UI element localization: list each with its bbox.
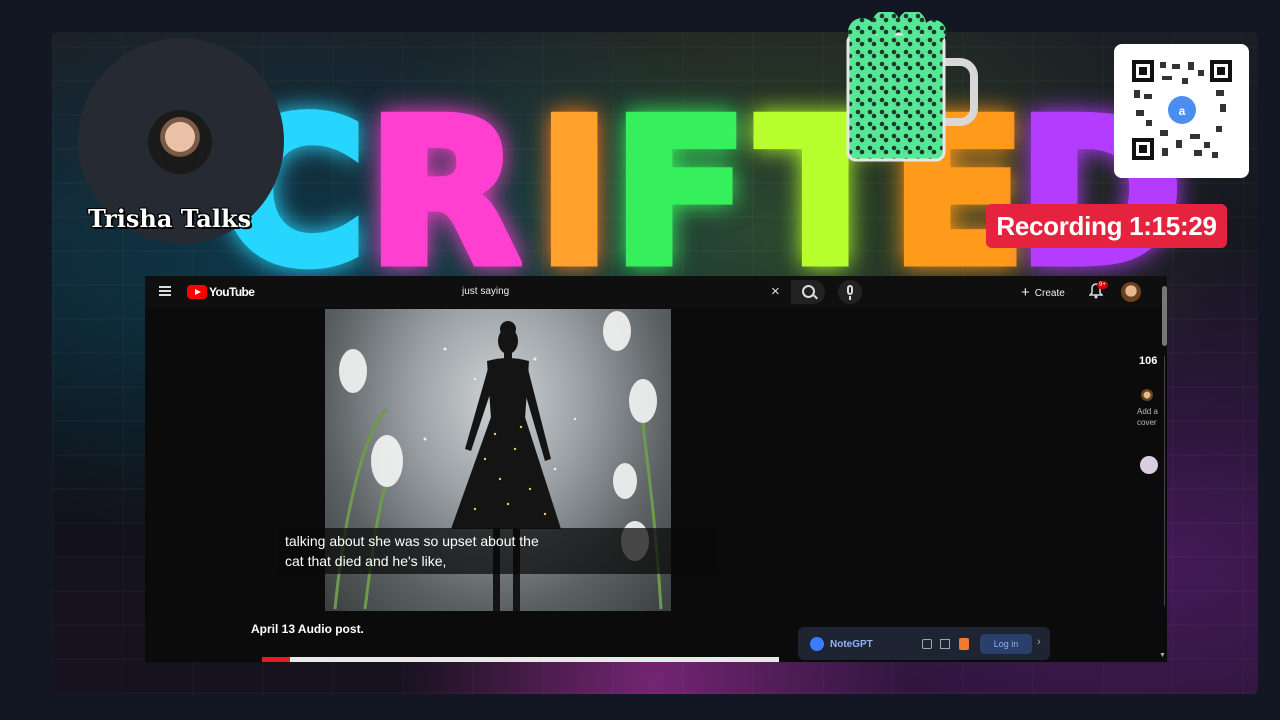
neon-letter: F	[608, 77, 754, 310]
scroll-down-icon[interactable]: ▼	[1159, 652, 1166, 659]
login-button[interactable]: Log in	[980, 634, 1032, 654]
progress-fill	[262, 657, 291, 662]
add-cover-link[interactable]: Add a cover	[1137, 406, 1163, 428]
youtube-header: YouTube just saying × + Create 9+	[145, 276, 1167, 308]
progress-bar[interactable]	[262, 657, 779, 662]
video-caption: talking about she was so upset about the…	[279, 528, 719, 574]
video-title: April 13 Audio post.	[251, 622, 364, 636]
neon-letter: I	[532, 77, 615, 310]
menu-icon[interactable]	[159, 286, 171, 296]
notegpt-toolbar: NoteGPT Log in ›	[798, 627, 1050, 660]
create-button[interactable]: + Create	[1021, 284, 1065, 301]
avatar[interactable]	[1141, 389, 1153, 401]
create-label: Create	[1034, 288, 1065, 299]
scrollbar[interactable]	[1162, 286, 1167, 346]
image-icon[interactable]	[1140, 456, 1158, 474]
caption-line: cat that died and he's like,	[285, 553, 447, 569]
notegpt-name: NoteGPT	[830, 639, 873, 650]
streamer-name: Trisha Talks	[88, 204, 252, 233]
youtube-window: YouTube just saying × + Create 9+ talkin…	[145, 276, 1167, 662]
neon-letter: R	[362, 77, 525, 310]
copy-icon[interactable]	[940, 639, 950, 649]
search-button[interactable]	[791, 280, 825, 304]
youtube-brand[interactable]: YouTube	[209, 285, 255, 299]
avatar[interactable]	[1121, 282, 1141, 302]
svg-text:a: a	[1179, 104, 1186, 118]
window-icon[interactable]	[922, 639, 932, 649]
qr-code-icon: a	[1114, 44, 1249, 178]
close-icon[interactable]: ×	[771, 283, 780, 301]
youtube-logo-icon[interactable]	[187, 285, 207, 299]
mic-icon[interactable]	[838, 280, 862, 304]
search-input[interactable]: just saying	[450, 279, 792, 305]
scrollbar-track	[1164, 356, 1165, 606]
recording-badge: Recording 1:15:29	[986, 204, 1227, 248]
plus-icon: +	[1021, 284, 1030, 301]
notegpt-logo-icon	[810, 637, 824, 651]
beer-mug-icon	[842, 10, 982, 172]
gift-icon[interactable]	[959, 638, 969, 650]
streamer-avatar	[148, 110, 212, 174]
chevron-right-icon[interactable]: ›	[1037, 636, 1041, 648]
notification-badge: 9+	[1097, 281, 1108, 289]
caption-line: talking about she was so upset about the	[285, 533, 539, 549]
side-count: 106	[1139, 355, 1158, 367]
